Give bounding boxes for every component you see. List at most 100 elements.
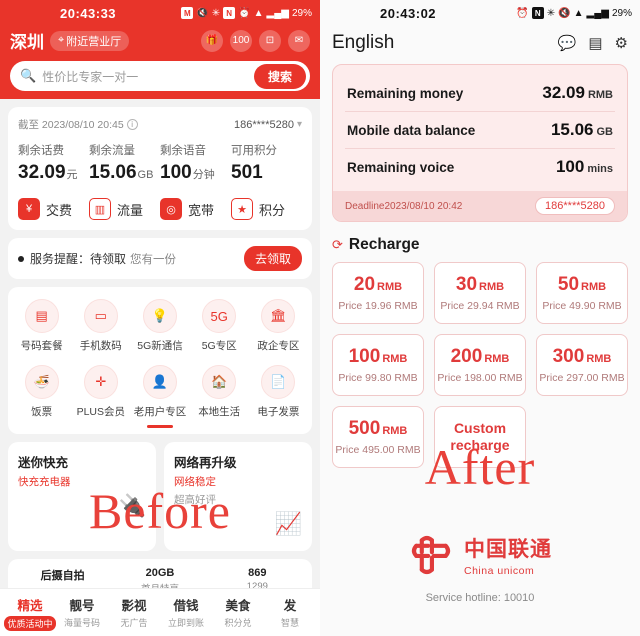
balance-unit: 元 — [66, 169, 78, 181]
notice-cta-button[interactable]: 去领取 — [243, 246, 302, 271]
no-sound-icon: 🔇 — [196, 7, 209, 19]
service-grid-card: ▤ 号码套餐 ▭ 手机数码 💡 5G新通信 5G 5G专区 🏛 政企专区 🍜 饭… — [8, 287, 312, 434]
oldusers-icon: 👤 — [142, 365, 177, 399]
recharge-option[interactable]: 50 RMB Price 49.90 RMB — [536, 262, 628, 324]
signal-icon: ▂▄▆ — [266, 7, 289, 19]
promo-card-network[interactable]: 网络再升级 网络稳定 超高好评 📈 — [164, 441, 312, 551]
recharge-option[interactable]: 200 RMB Price 198.00 RMB — [434, 334, 526, 396]
grid-item-label: 老用户专区 — [133, 406, 187, 418]
recharge-price: Price 198.00 RMB — [437, 372, 523, 384]
scan-icon[interactable]: ⊡ — [259, 29, 281, 52]
balance-unit: mins — [587, 163, 613, 175]
recharge-option[interactable]: 30 RMB Price 29.94 RMB — [434, 262, 526, 324]
comparison-screenshot: 20:43:33 M 🔇 ✳ N ⏰ ▲ ▂▄▆ 29% 深圳 ⌖ 附近营业厅 — [0, 0, 640, 636]
tab-video[interactable]: 影视 无广告 — [108, 595, 160, 632]
5g-zone-icon: 5G — [202, 299, 237, 333]
tab-featured[interactable]: 精选 优质活动中 — [4, 595, 56, 632]
balance-item[interactable]: 剩余话费 32.09元 — [18, 142, 89, 184]
recharge-option[interactable]: 300 RMB Price 297.00 RMB — [536, 334, 628, 396]
balance-row-money: Remaining money 32.09 RMB — [345, 75, 615, 111]
wifi-icon: ▲ — [253, 7, 264, 19]
search-bar[interactable]: 🔍 性价比专家一对一 搜索 — [10, 61, 310, 91]
balance-value: 32.09 — [18, 162, 66, 183]
mail-icon[interactable]: ✉ — [288, 29, 310, 52]
bluetooth-icon: ✳ — [546, 7, 556, 19]
left-app-header: 深圳 ⌖ 附近营业厅 🎁 100 ⊡ ✉ 🔍 性价比专家一对一 搜索 — [0, 26, 320, 99]
tab-food[interactable]: 美食 积分兑 — [212, 595, 264, 632]
grid-item-oldusers[interactable]: 👤 老用户专区 — [130, 365, 189, 419]
notice-text: 您有一份 — [130, 253, 177, 266]
phone-number-chip[interactable]: 186****5280 — [535, 197, 615, 215]
service-grid: ▤ 号码套餐 ▭ 手机数码 💡 5G新通信 5G 5G专区 🏛 政企专区 🍜 饭… — [12, 299, 308, 419]
quick-action-data[interactable]: ▥ 流量 — [89, 198, 160, 220]
quick-action-label: 流量 — [117, 202, 144, 218]
grid-item-sim[interactable]: ▤ 号码套餐 — [12, 299, 71, 353]
tab-loan[interactable]: 借钱 立即到账 — [160, 595, 212, 632]
tab-subtitle: 立即到账 — [167, 618, 204, 628]
city-label[interactable]: 深圳 — [10, 28, 44, 53]
tab-more[interactable]: 发 智慧 — [264, 595, 316, 632]
recharge-option[interactable]: 100 RMB Price 99.80 RMB — [332, 334, 424, 396]
grid-item-meal[interactable]: 🍜 饭票 — [12, 365, 71, 419]
quick-action-pay[interactable]: ¥ 交费 — [18, 198, 89, 220]
tab-title: 美食 — [225, 599, 251, 613]
balance-item[interactable]: 可用积分 501 — [231, 142, 302, 184]
gift-icon[interactable]: 🎁 — [201, 29, 223, 52]
coin-100-icon[interactable]: 100 — [230, 29, 252, 52]
chat-icon[interactable]: 💬 — [558, 34, 577, 52]
locallife-icon: 🏠 — [202, 365, 237, 399]
right-header-icons: 💬 ▤ ⚙ — [558, 34, 628, 52]
signal-icon: ▂▄▆ — [586, 7, 609, 19]
balance-unit: RMB — [587, 89, 613, 101]
balance-card-footer: Deadline2023/08/10 20:42 186****5280 — [333, 191, 627, 221]
phone-number[interactable]: 186****5280 — [234, 119, 294, 131]
grid-item-plus[interactable]: ✛ PLUS会员 — [71, 365, 130, 419]
promo-title: 迷你快充 — [18, 455, 69, 470]
recharge-amount: 300 — [552, 346, 585, 367]
grid-item-label: 本地生活 — [198, 406, 241, 418]
left-phone-screen: 20:43:33 M 🔇 ✳ N ⏰ ▲ ▂▄▆ 29% 深圳 ⌖ 附近营业厅 — [0, 0, 320, 636]
chevron-down-icon[interactable]: ▾ — [297, 119, 302, 130]
recharge-amount: 200 — [450, 346, 483, 367]
bluetooth-icon: ✳ — [211, 7, 221, 19]
promo-subtitle: 快充充电器 — [18, 475, 71, 488]
grid-item-gov[interactable]: 🏛 政企专区 — [249, 299, 308, 353]
tab-subtitle: 无广告 — [120, 618, 148, 628]
grid-item-locallife[interactable]: 🏠 本地生活 — [190, 365, 249, 419]
grid-item-phone[interactable]: ▭ 手机数码 — [71, 299, 130, 353]
quick-action-broadband[interactable]: ◎ 宽带 — [160, 198, 231, 220]
points-icon: ★ — [231, 198, 253, 220]
gear-icon[interactable]: ⚙ — [615, 34, 628, 52]
charger-icon: 🔌 — [118, 492, 146, 518]
meal-icon: 🍜 — [24, 365, 59, 399]
recharge-amount: 30 — [455, 274, 478, 295]
nearby-store-pill[interactable]: ⌖ 附近营业厅 — [50, 30, 130, 51]
tab-subtitle: 积分兑 — [224, 618, 252, 628]
card-icon[interactable]: ▤ — [588, 34, 602, 52]
china-unicom-logo-icon — [411, 535, 451, 575]
quick-action-points[interactable]: ★ 积分 — [231, 198, 302, 220]
grid-item-label: 5G新通信 — [137, 340, 183, 352]
promo-card-charger[interactable]: 迷你快充 快充充电器 🔌 — [8, 441, 156, 551]
tab-title: 影视 — [121, 599, 147, 613]
chart-up-icon: 📈 — [274, 510, 302, 536]
search-input[interactable]: 性价比专家一对一 — [42, 68, 254, 85]
right-phone-screen: 20:43:02 ⏰ N ✳ 🔇 ▲ ▂▄▆ 29% English 💬 ▤ ⚙… — [320, 0, 640, 636]
tab-title: 借钱 — [173, 599, 199, 613]
service-notice-bar[interactable]: 服务提醒：待领取 您有一份 去领取 — [8, 238, 312, 279]
product-title: 后摄自拍 — [40, 569, 85, 582]
info-icon[interactable]: i — [126, 119, 138, 130]
right-app-header: English 💬 ▤ ⚙ — [320, 26, 640, 64]
balance-item[interactable]: 剩余流量 15.06GB — [89, 142, 160, 184]
recharge-option-custom[interactable]: Custom recharge — [434, 406, 526, 468]
balance-item[interactable]: 剩余语音 100分钟 — [160, 142, 231, 184]
bank-icon: 🏛 — [261, 299, 296, 333]
grid-item-5g-zone[interactable]: 5G 5G专区 — [190, 299, 249, 353]
recharge-option[interactable]: 500 RMB Price 495.00 RMB — [332, 406, 424, 468]
tab-numbers[interactable]: 靓号 海量号码 — [56, 595, 108, 632]
wifi-icon: ▲ — [573, 7, 584, 19]
grid-item-invoice[interactable]: 📄 电子发票 — [249, 365, 308, 419]
search-button[interactable]: 搜索 — [253, 63, 306, 89]
grid-item-5g-comm[interactable]: 💡 5G新通信 — [130, 299, 189, 353]
recharge-option[interactable]: 20 RMB Price 19.96 RMB — [332, 262, 424, 324]
